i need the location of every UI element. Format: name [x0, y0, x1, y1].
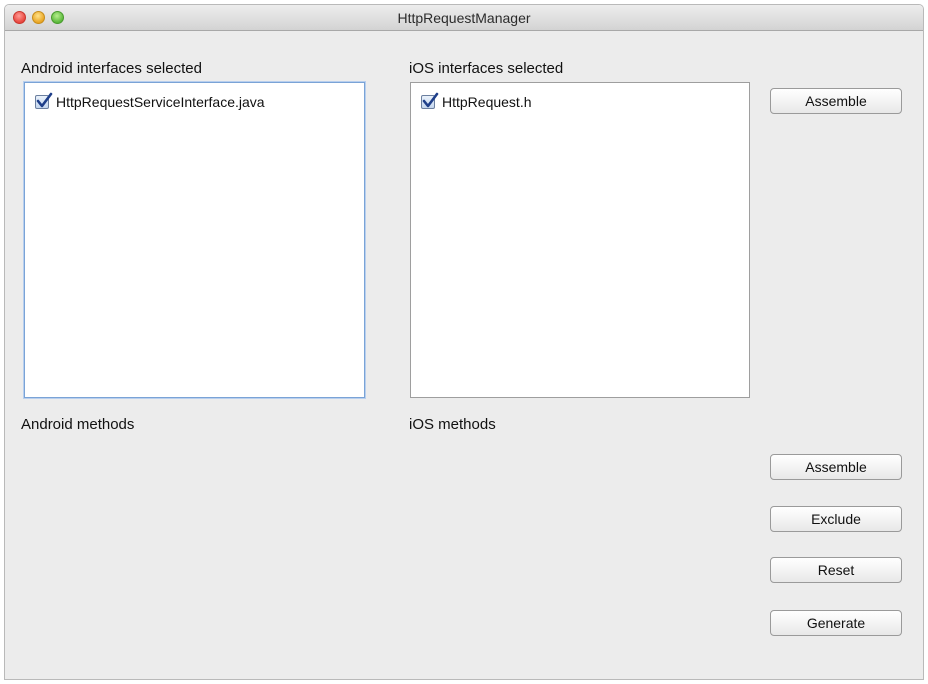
ios-interface-name: HttpRequest.h [442, 94, 532, 110]
ios-methods-label: iOS methods [409, 416, 496, 433]
android-interface-checkbox[interactable] [35, 92, 53, 109]
checkmark-icon [36, 92, 53, 108]
exclude-button[interactable]: Exclude [770, 506, 902, 532]
list-item[interactable]: HttpRequestServiceInterface.java [35, 92, 265, 112]
title-bar[interactable]: HttpRequestManager [5, 5, 923, 31]
ios-interface-checkbox[interactable] [421, 92, 439, 109]
app-window: HttpRequestManager Android interfaces se… [4, 4, 924, 680]
android-interfaces-list[interactable]: HttpRequestServiceInterface.java [24, 82, 365, 398]
ios-interfaces-label: iOS interfaces selected [409, 60, 564, 77]
list-item[interactable]: HttpRequest.h [421, 92, 532, 112]
assemble-methods-button[interactable]: Assemble [770, 454, 902, 480]
android-interface-name: HttpRequestServiceInterface.java [56, 94, 265, 110]
generate-button[interactable]: Generate [770, 610, 902, 636]
android-interfaces-label: Android interfaces selected [21, 60, 202, 77]
window-title: HttpRequestManager [397, 10, 531, 26]
checkmark-icon [422, 92, 439, 108]
assemble-interfaces-button[interactable]: Assemble [770, 88, 902, 114]
android-methods-label: Android methods [21, 416, 135, 433]
reset-button[interactable]: Reset [770, 557, 902, 583]
ios-interfaces-list[interactable]: HttpRequest.h [410, 82, 750, 398]
